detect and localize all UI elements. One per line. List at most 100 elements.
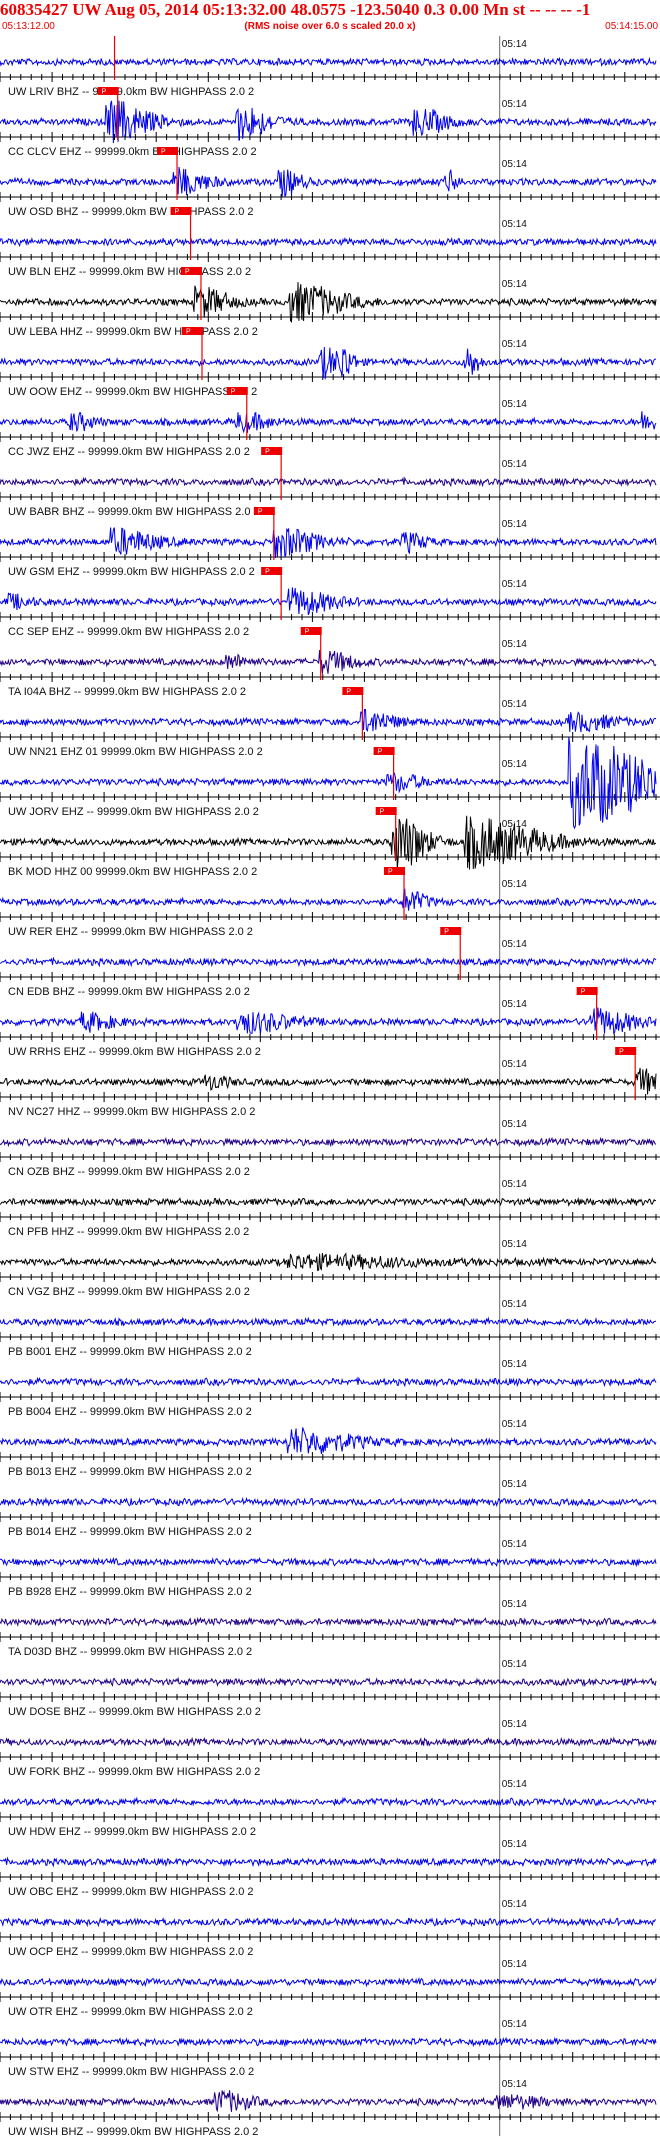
- pick-label: P: [581, 989, 586, 996]
- waveform: [0, 1736, 657, 1748]
- trace-label: UW OSD BHZ -- 99999.0km BW HIGHPASS 2.0 …: [8, 206, 254, 218]
- waveform: [0, 1427, 657, 1455]
- minute-mark-label: 05:14: [502, 1239, 527, 1250]
- trace-label: PB B014 EHZ -- 99999.0km BW HIGHPASS 2.0…: [8, 1526, 252, 1538]
- minute-mark-label: 05:14: [502, 219, 527, 230]
- trace-label: UW LEBA HHZ -- 99999.0km BW HIGHPASS 2.0…: [8, 326, 258, 338]
- trace-label: BK MOD HHZ 00 99999.0km BW HIGHPASS 2.0 …: [8, 866, 257, 878]
- minute-mark-label: 05:14: [502, 879, 527, 890]
- pick-label: P: [265, 449, 270, 456]
- trace-label: UW NN21 EHZ 01 99999.0km BW HIGHPASS 2.0…: [8, 746, 263, 758]
- trace-label: UW WISH BHZ -- 99999.0km BW HIGHPASS 2.0…: [8, 2126, 258, 2138]
- minute-mark-label: 05:14: [502, 1359, 527, 1370]
- trace-label: UW BLN EHZ -- 99999.0km BW HIGHPASS 2.0 …: [8, 266, 251, 278]
- waveform: [0, 411, 657, 434]
- pick-label: P: [378, 749, 383, 756]
- minute-mark-label: 05:14: [502, 1059, 527, 1070]
- waveform: [0, 1976, 657, 1988]
- pick-label: P: [388, 869, 393, 876]
- trace-label: CC JWZ EHZ -- 99999.0km BW HIGHPASS 2.0 …: [8, 446, 250, 458]
- waveform: [0, 346, 657, 380]
- minute-mark-label: 05:14: [502, 759, 527, 770]
- trace-label: CN EDB BHZ -- 99999.0km BW HIGHPASS 2.0 …: [8, 986, 250, 998]
- trace-label: NV NC27 HHZ -- 99999.0km BW HIGHPASS 2.0…: [8, 1106, 255, 1118]
- pick-label: P: [619, 1049, 624, 1056]
- minute-mark-label: 05:14: [502, 1179, 527, 1190]
- waveform: [0, 1796, 657, 1807]
- trace-label: UW LRIV BHZ -- 99999.0km BW HIGHPASS 2.0…: [8, 86, 254, 98]
- pick-label: P: [444, 929, 449, 936]
- waveform: [0, 56, 657, 67]
- minute-mark-label: 05:14: [502, 699, 527, 710]
- trace-label: UW RRHS EHZ -- 99999.0km BW HIGHPASS 2.0…: [8, 1046, 261, 1058]
- waveform: [0, 476, 657, 488]
- trace-label: PB B004 EHZ -- 99999.0km BW HIGHPASS 2.0…: [8, 1406, 252, 1418]
- waveform: [0, 587, 657, 615]
- waveform: [0, 1496, 657, 1508]
- waveform: [0, 1252, 657, 1272]
- waveform: [0, 708, 657, 733]
- trace-label: CC CLCV EHZ -- 99999.0km BW HIGHPASS 2.0…: [8, 146, 257, 158]
- minute-mark-label: 05:14: [502, 2079, 527, 2090]
- header: 60835427 UW Aug 05, 2014 05:13:32.00 48.…: [0, 0, 660, 36]
- minute-mark-label: 05:14: [502, 1119, 527, 1130]
- waveform: [0, 2090, 657, 2113]
- waveform: [0, 2036, 657, 2048]
- waveform: [0, 1676, 657, 1688]
- trace-label: PB B001 EHZ -- 99999.0km BW HIGHPASS 2.0…: [8, 1346, 252, 1358]
- pick-label: P: [102, 89, 107, 96]
- minute-mark-label: 05:14: [502, 459, 527, 470]
- minute-mark-label: 05:14: [502, 2019, 527, 2030]
- trace-label: UW RER EHZ -- 99999.0km BW HIGHPASS 2.0 …: [8, 926, 253, 938]
- minute-mark-label: 05:14: [502, 1479, 527, 1490]
- pick-label: P: [305, 629, 310, 636]
- trace-label: UW HDW EHZ -- 99999.0km BW HIGHPASS 2.0 …: [8, 1826, 256, 1838]
- event-title: 60835427 UW Aug 05, 2014 05:13:32.00 48.…: [0, 0, 591, 19]
- pick-label: P: [346, 689, 351, 696]
- minute-mark-label: 05:14: [502, 159, 527, 170]
- minute-mark-label: 05:14: [502, 1719, 527, 1730]
- waveform: [0, 1067, 657, 1095]
- trace-label: UW JORV EHZ -- 99999.0km BW HIGHPASS 2.0…: [8, 806, 259, 818]
- waveform: [0, 887, 657, 911]
- minute-mark-label: 05:14: [502, 1959, 527, 1970]
- minute-mark-label: 05:14: [502, 1539, 527, 1550]
- pick-label: P: [186, 329, 191, 336]
- trace-label: PB B928 EHZ -- 99999.0km BW HIGHPASS 2.0…: [8, 1586, 252, 1598]
- pick-label: P: [161, 149, 166, 156]
- trace-label: UW OTR EHZ -- 99999.0km BW HIGHPASS 2.0 …: [8, 2006, 253, 2018]
- waveform: [0, 956, 657, 968]
- trace-label: CN PFB HHZ -- 99999.0km BW HIGHPASS 2.0 …: [8, 1226, 249, 1238]
- seismogram-plot: 05:14 UW LRIV BHZ -- 99999.0km BW HIGHPAS…: [0, 36, 660, 2138]
- subtitle: (RMS noise over 6.0 s scaled 20.0 x): [244, 21, 416, 32]
- trace-label: TA I04A BHZ -- 99999.0km BW HIGHPASS 2.0…: [8, 686, 246, 698]
- minute-mark-label: 05:14: [502, 399, 527, 410]
- trace-label: CN VGZ BHZ -- 99999.0km BW HIGHPASS 2.0 …: [8, 1286, 250, 1298]
- minute-mark-label: 05:14: [502, 279, 527, 290]
- waveform: [0, 527, 657, 559]
- minute-mark-label: 05:14: [502, 1659, 527, 1670]
- trace-label: CC SEP EHZ -- 99999.0km BW HIGHPASS 2.0 …: [8, 626, 249, 638]
- minute-mark-label: 05:14: [502, 999, 527, 1010]
- pick-label: P: [185, 269, 190, 276]
- minute-mark-label: 05:14: [502, 1299, 527, 1310]
- trace-label: UW FORK BHZ -- 99999.0km BW HIGHPASS 2.0…: [8, 1766, 260, 1778]
- minute-mark-label: 05:14: [502, 1419, 527, 1430]
- minute-mark-label: 05:14: [502, 639, 527, 650]
- trace-label: UW STW EHZ -- 99999.0km BW HIGHPASS 2.0 …: [8, 2066, 254, 2078]
- waveform: [0, 1916, 657, 1928]
- trace-label: TA D03D BHZ -- 99999.0km BW HIGHPASS 2.0…: [8, 1646, 252, 1658]
- waveform: [0, 1007, 657, 1035]
- trace-label: CN OZB BHZ -- 99999.0km BW HIGHPASS 2.0 …: [8, 1166, 250, 1178]
- waveform: [0, 166, 657, 198]
- minute-mark-label: 05:14: [502, 579, 527, 590]
- trace-label: UW OOW EHZ -- 99999.0km BW HIGHPASS 2.0 …: [8, 386, 257, 398]
- waveform: [0, 1616, 657, 1628]
- minute-mark-label: 05:14: [502, 339, 527, 350]
- trace-label: UW OBC EHZ -- 99999.0km BW HIGHPASS 2.0 …: [8, 1886, 254, 1898]
- minute-mark-label: 05:14: [502, 519, 527, 530]
- trace-label: UW BABR BHZ -- 99999.0km BW HIGHPASS 2.0…: [8, 506, 260, 518]
- trace-label: PB B013 EHZ -- 99999.0km BW HIGHPASS 2.0…: [8, 1466, 252, 1478]
- waveform: [0, 1136, 657, 1148]
- trace-label: UW GSM EHZ -- 99999.0km BW HIGHPASS 2.0 …: [8, 566, 255, 578]
